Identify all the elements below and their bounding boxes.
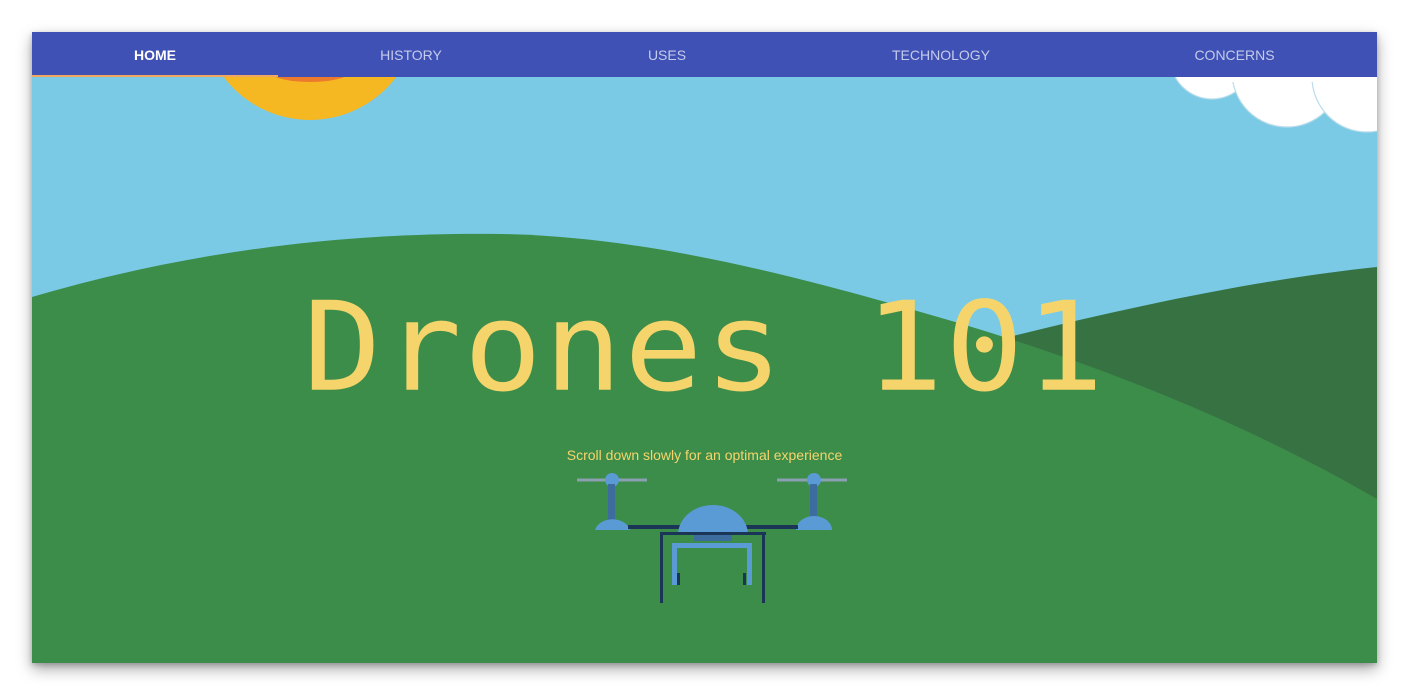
tab-home[interactable]: HOME [32,32,278,77]
tab-history[interactable]: HISTORY [278,32,544,77]
top-nav: HOME HISTORY USES TECHNOLOGY CONCERNS [32,32,1377,77]
tab-concerns[interactable]: CONCERNS [1092,32,1377,77]
app-window: Drones 101 Scroll down slowly for an opt… [32,32,1377,663]
tab-technology[interactable]: TECHNOLOGY [790,32,1092,77]
tab-uses[interactable]: USES [544,32,790,77]
hero-subtitle: Scroll down slowly for an optimal experi… [566,447,843,463]
hero-title: Drones 101 [303,274,1106,420]
